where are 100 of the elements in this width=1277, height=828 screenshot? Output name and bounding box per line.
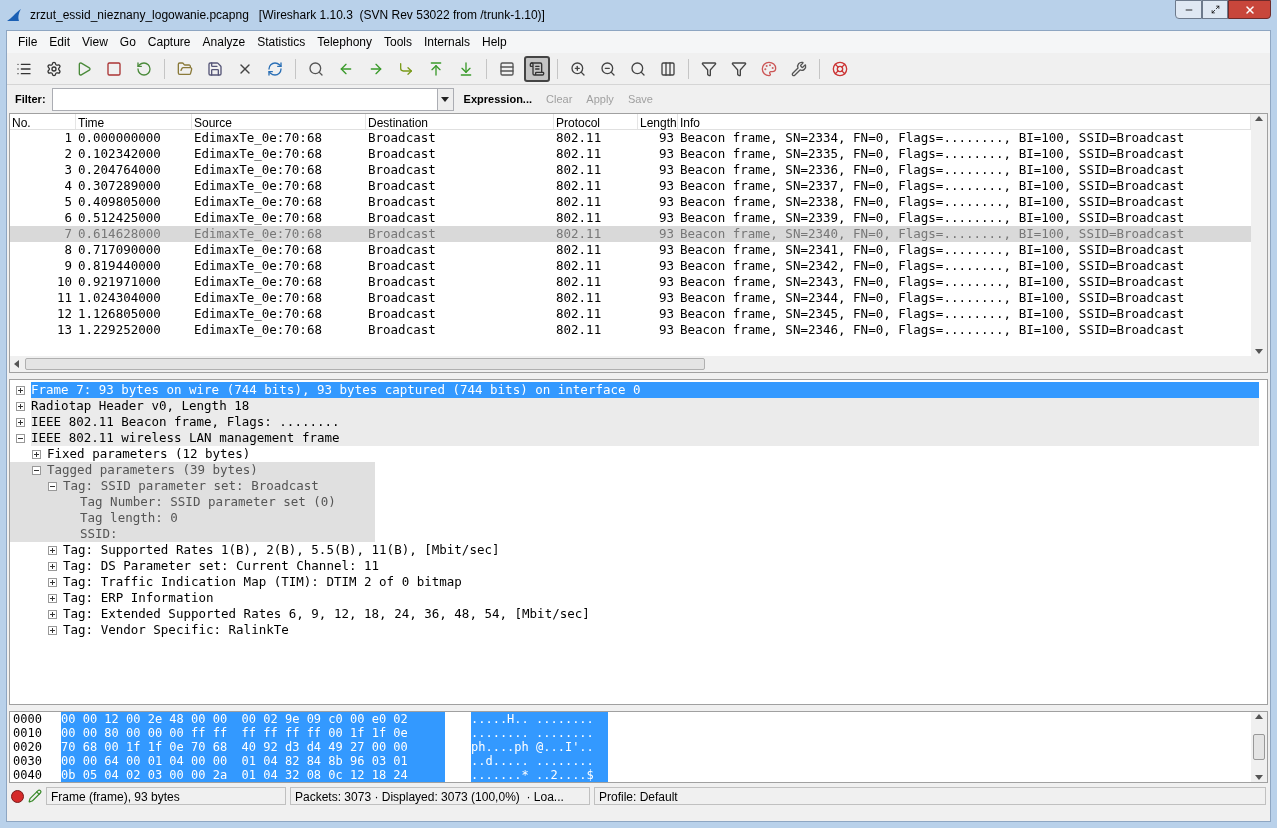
hex-bytes: 00 00 64 00 01 04 00 00 01 04 82 84 8b 96 03 01	[61, 754, 445, 768]
menu-item[interactable]: Telephony	[312, 33, 377, 51]
length-cell-text: 93	[657, 130, 675, 146]
packet-row[interactable]: 9 0.819440000 EdimaxTe_0e:70:68 Broadcast 802.11 93 Beacon frame, SN=2342, FN=0, Flags=........, BI=100, SSID=Broadcast	[10, 258, 1251, 274]
maximize-button[interactable]	[1202, 0, 1228, 19]
expand-icon[interactable]	[48, 545, 57, 555]
collapse-icon[interactable]	[48, 481, 57, 491]
column-header[interactable]: Source	[192, 114, 366, 129]
filter-action-button[interactable]: Expression...	[459, 90, 537, 108]
menu-item[interactable]: Analyze	[197, 33, 251, 51]
column-header[interactable]: Time	[76, 114, 192, 129]
vertical-scrollbar[interactable]	[1251, 114, 1267, 356]
info-cell-text: Beacon frame, SN=2334, FN=0, Flags=........, BI=100, SSID=Broadcast	[679, 130, 1186, 146]
detail-tree-item[interactable]: Tag: Supported Rates 1(B), 2(B), 5.5(B), 11(B), [Mbit/sec]	[63, 542, 500, 558]
status-profile[interactable]: Profile: Default	[594, 787, 1266, 805]
pencil-icon[interactable]	[28, 789, 42, 803]
detail-tree-item[interactable]: Tag: SSID parameter set: Broadcast	[63, 478, 319, 494]
hex-bytes: 00 00 80 00 00 00 ff ff ff ff ff ff 00 1f 1f 0e	[61, 726, 445, 740]
detail-tree-item[interactable]: Tag: ERP Information	[63, 590, 214, 606]
scroll-down-icon[interactable]	[1255, 349, 1263, 354]
time-cell-text: 0.409805000	[77, 194, 162, 210]
offset-cell-text: 0020	[13, 740, 43, 754]
horizontal-scrollbar[interactable]	[10, 356, 1267, 372]
menu-item[interactable]: Edit	[44, 33, 76, 51]
menu-item[interactable]: Go	[114, 33, 141, 51]
info-cell-text: Beacon frame, SN=2338, FN=0, Flags=........, BI=100, SSID=Broadcast	[679, 194, 1186, 210]
time-cell-text: 0.614628000	[77, 226, 162, 242]
ascii-bytes: ph....ph @...I'..	[471, 740, 608, 754]
detail-tree-item[interactable]: Tag: Extended Supported Rates 6, 9, 12, 18, 24, 36, 48, 54, [Mbit/sec]	[63, 606, 590, 622]
packet-row[interactable]: 3 0.204764000 EdimaxTe_0e:70:68 Broadcast 802.11 93 Beacon frame, SN=2336, FN=0, Flags=........, BI=100, SSID=Broadcast	[10, 162, 1251, 178]
detail-tree-item[interactable]: Tag: DS Parameter set: Current Channel: 11	[63, 558, 380, 574]
source-cell-text: EdimaxTe_0e:70:68	[193, 130, 323, 146]
expand-icon[interactable]	[48, 577, 57, 587]
menu-item[interactable]: File	[13, 33, 43, 51]
scroll-down-icon[interactable]	[1255, 775, 1263, 780]
expand-icon[interactable]	[48, 561, 57, 571]
source-cell-text: EdimaxTe_0e:70:68	[193, 274, 323, 290]
packet-row[interactable]: 5 0.409805000 EdimaxTe_0e:70:68 Broadcast 802.11 93 Beacon frame, SN=2338, FN=0, Flags=........, BI=100, SSID=Broadcast	[10, 194, 1251, 210]
detail-tree-item[interactable]: Radiotap Header v0, Length 18	[31, 398, 1259, 414]
source-cell-text: EdimaxTe_0e:70:68	[193, 322, 323, 338]
detail-tree-item[interactable]: Fixed parameters (12 bytes)	[47, 446, 251, 462]
close-button[interactable]	[1228, 0, 1271, 19]
vertical-scrollbar[interactable]	[1251, 712, 1267, 782]
menu-item[interactable]: Capture	[142, 33, 196, 51]
expand-icon[interactable]	[48, 609, 57, 619]
menu-item[interactable]: Help	[477, 33, 512, 51]
packet-row[interactable]: 8 0.717090000 EdimaxTe_0e:70:68 Broadcast 802.11 93 Beacon frame, SN=2341, FN=0, Flags=........, BI=100, SSID=Broadcast	[10, 242, 1251, 258]
length-cell-text: 93	[657, 210, 675, 226]
packet-row[interactable]: 13 1.229252000 EdimaxTe_0e:70:68 Broadcast 802.11 93 Beacon frame, SN=2346, FN=0, Flags=........, BI=100, SSID=Broadcast	[10, 322, 1251, 338]
detail-tree-item[interactable]: Tag: Traffic Indication Map (TIM): DTIM 2 of 0 bitmap	[63, 574, 462, 590]
detail-tree-item[interactable]: IEEE 802.11 wireless LAN management frame	[31, 430, 1259, 446]
length-cell-text: 93	[657, 226, 675, 242]
destination-cell-text: Broadcast	[367, 178, 437, 194]
scroll-left-icon[interactable]	[14, 360, 19, 368]
detail-tree-item[interactable]: SSID:	[80, 526, 118, 542]
scroll-up-icon[interactable]	[1255, 116, 1263, 121]
packet-row[interactable]: 11 1.024304000 EdimaxTe_0e:70:68 Broadcast 802.11 93 Beacon frame, SN=2344, FN=0, Flags=........, BI=100, SSID=Broadcast	[10, 290, 1251, 306]
expand-icon[interactable]	[32, 449, 41, 459]
column-header[interactable]: Length	[638, 114, 678, 129]
packet-row[interactable]: 2 0.102342000 EdimaxTe_0e:70:68 Broadcast 802.11 93 Beacon frame, SN=2335, FN=0, Flags=........, BI=100, SSID=Broadcast	[10, 146, 1251, 162]
time-cell-text: 1.024304000	[77, 290, 162, 306]
destination-cell-text: Broadcast	[367, 226, 437, 242]
collapse-icon[interactable]	[16, 433, 25, 443]
packet-row[interactable]: 4 0.307289000 EdimaxTe_0e:70:68 Broadcast 802.11 93 Beacon frame, SN=2337, FN=0, Flags=........, BI=100, SSID=Broadcast	[10, 178, 1251, 194]
menu-item[interactable]: Internals	[419, 33, 476, 51]
protocol-cell-text: 802.11	[555, 210, 603, 226]
expand-icon[interactable]	[16, 401, 25, 411]
number-cell-text: 10	[55, 274, 73, 290]
column-header[interactable]: No.	[10, 114, 76, 129]
detail-tree-item[interactable]: Tag length: 0	[80, 510, 178, 526]
menu-item[interactable]: Tools	[379, 33, 417, 51]
packet-row[interactable]: 1 0.000000000 EdimaxTe_0e:70:68 Broadcast 802.11 93 Beacon frame, SN=2334, FN=0, Flags=........, BI=100, SSID=Broadcast	[10, 130, 1251, 146]
detail-tree-item[interactable]: Tagged parameters (39 bytes)	[47, 462, 258, 478]
scroll-up-icon[interactable]	[1255, 714, 1263, 719]
packet-row[interactable]: 12 1.126805000 EdimaxTe_0e:70:68 Broadcast 802.11 93 Beacon frame, SN=2345, FN=0, Flags=........, BI=100, SSID=Broadcast	[10, 306, 1251, 322]
offset-cell-text: 0040	[13, 768, 43, 782]
number-cell-text: 11	[55, 290, 73, 306]
column-header[interactable]: Destination	[366, 114, 554, 129]
packet-row[interactable]: 6 0.512425000 EdimaxTe_0e:70:68 Broadcast 802.11 93 Beacon frame, SN=2339, FN=0, Flags=........, BI=100, SSID=Broadcast	[10, 210, 1251, 226]
protocol-cell-text: 802.11	[555, 178, 603, 194]
column-header[interactable]: Protocol	[554, 114, 638, 129]
ascii-bytes: ........ ........	[471, 726, 608, 740]
menu-item[interactable]: View	[77, 33, 113, 51]
length-cell-text: 93	[657, 322, 675, 338]
length-cell-text: 93	[657, 178, 675, 194]
detail-tree-item[interactable]: IEEE 802.11 Beacon frame, Flags: ........	[31, 414, 1259, 430]
minimize-button[interactable]	[1175, 0, 1202, 19]
time-cell-text: 0.717090000	[77, 242, 162, 258]
expand-icon[interactable]	[48, 593, 57, 603]
detail-tree-item[interactable]: Tag: Vendor Specific: RalinkTe	[63, 622, 289, 638]
length-cell-text: 93	[657, 290, 675, 306]
auto-scroll-button[interactable]	[524, 55, 550, 82]
menu-item[interactable]: Statistics	[252, 33, 311, 51]
expand-icon[interactable]	[16, 385, 25, 395]
collapse-icon[interactable]	[32, 465, 41, 475]
packet-row[interactable]: 10 0.921971000 EdimaxTe_0e:70:68 Broadcast 802.11 93 Beacon frame, SN=2343, FN=0, Flags=........, BI=100, SSID=Broadcast	[10, 274, 1251, 290]
expand-icon[interactable]	[16, 417, 25, 427]
detail-tree-item[interactable]: Tag Number: SSID parameter set (0)	[80, 494, 336, 510]
expert-info-icon[interactable]	[11, 789, 24, 803]
expand-icon[interactable]	[48, 625, 57, 635]
